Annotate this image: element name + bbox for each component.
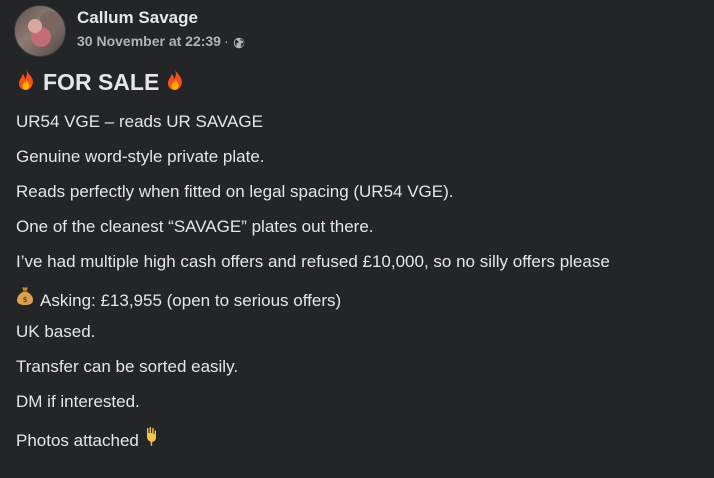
post-line-asking: $ Asking: £13,955 (open to serious offer… xyxy=(16,286,706,310)
post-line-uk: UK based. xyxy=(16,322,96,341)
avatar[interactable] xyxy=(14,5,66,57)
globe-icon[interactable] xyxy=(233,35,245,48)
post-meta: Callum Savage 30 November at 22:39 · xyxy=(77,7,245,50)
post-line-photos: Photos attached xyxy=(16,426,706,450)
post-content: FOR SALE UR54 VGE – reads UR SAVAGE Genu… xyxy=(16,66,706,450)
separator-dot: · xyxy=(223,32,229,49)
post-subline: 30 November at 22:39 · xyxy=(77,32,245,50)
post-line-cleanest: One of the cleanest “SAVAGE” plates out … xyxy=(16,217,374,236)
pointing-down-icon xyxy=(144,426,164,452)
post-timestamp[interactable]: 30 November at 22:39 xyxy=(77,32,221,50)
svg-text:$: $ xyxy=(23,296,28,304)
post-title-text: FOR SALE xyxy=(43,69,160,95)
author-name[interactable]: Callum Savage xyxy=(77,7,245,29)
post-header: Callum Savage 30 November at 22:39 · xyxy=(14,5,245,57)
fire-icon xyxy=(16,68,36,96)
post-line-offers: I’ve had multiple high cash offers and r… xyxy=(16,252,610,271)
post-title: FOR SALE xyxy=(16,66,706,98)
money-bag-icon: $ xyxy=(16,286,34,312)
post-line-plate: UR54 VGE – reads UR SAVAGE xyxy=(16,112,263,131)
post-card: Callum Savage 30 November at 22:39 · FOR… xyxy=(0,0,714,478)
post-line-spacing: Reads perfectly when fitted on legal spa… xyxy=(16,182,454,201)
post-line-transfer: Transfer can be sorted easily. xyxy=(16,357,239,376)
post-line-genuine: Genuine word-style private plate. xyxy=(16,147,265,166)
post-line-dm: DM if interested. xyxy=(16,392,140,411)
fire-icon xyxy=(165,68,185,96)
asking-text: Asking: £13,955 (open to serious offers) xyxy=(40,291,342,310)
photos-text: Photos attached xyxy=(16,431,139,450)
